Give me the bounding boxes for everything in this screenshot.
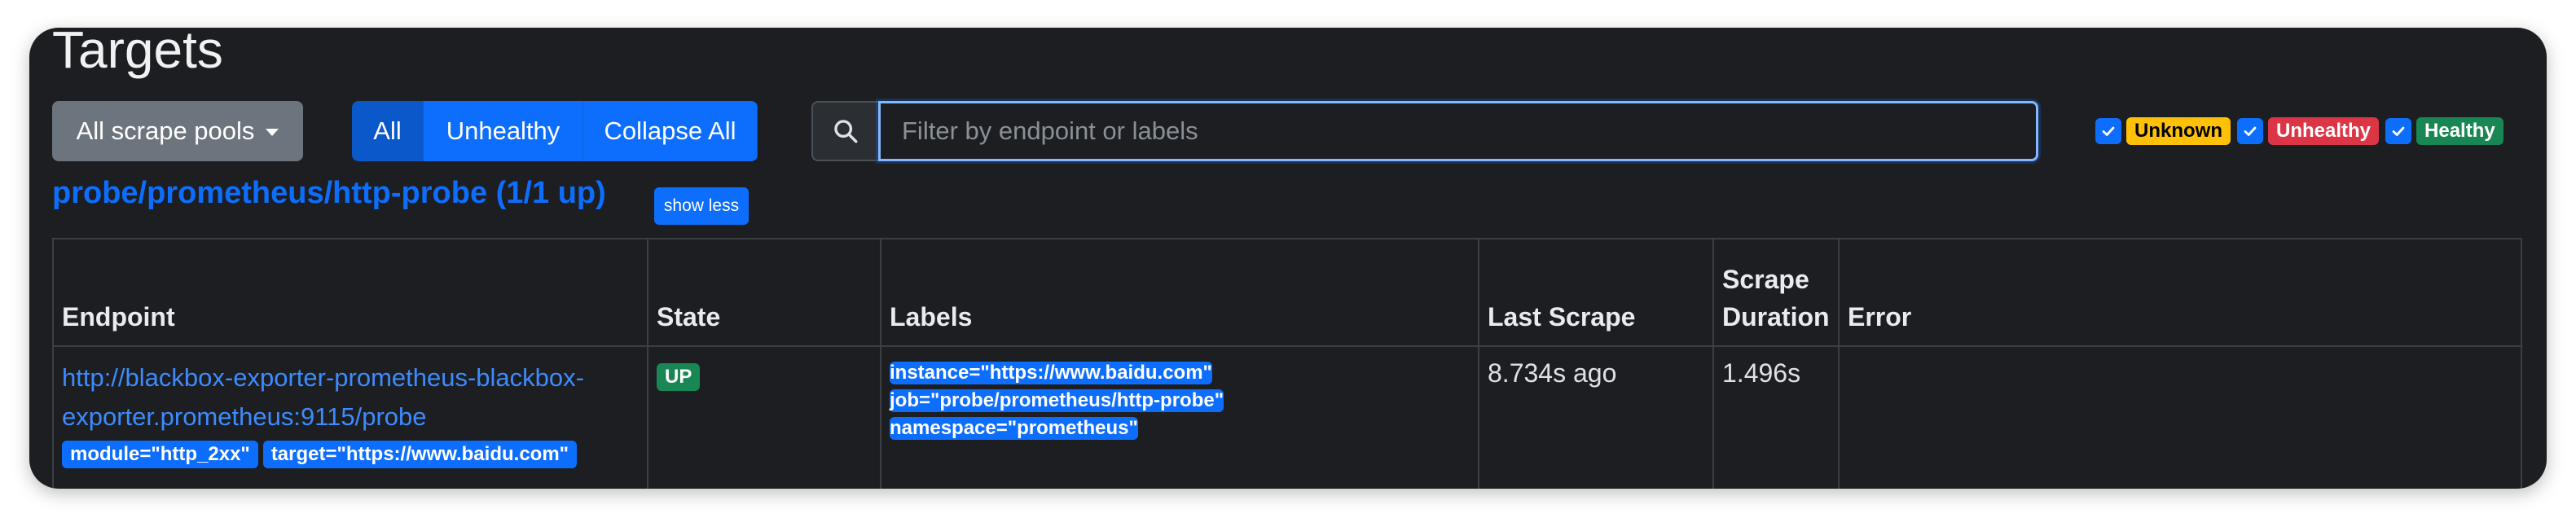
endpoint-url-line-2: exporter.prometheus:9115/probe: [62, 402, 427, 431]
page-title: Targets: [52, 28, 223, 79]
state-badge: UP: [657, 363, 701, 391]
app-window: Targets All scrape pools All Unhealthy C…: [29, 28, 2547, 489]
scrape-pools-label: All scrape pools: [76, 116, 255, 145]
targets-table: Endpoint State Labels Last Scrape Scrape…: [52, 238, 2522, 489]
param-badge: target="https://www.baidu.com": [262, 441, 578, 468]
check-icon: [2244, 126, 2257, 136]
param-badge: module="http_2xx": [62, 441, 258, 468]
filter-button-group: All Unhealthy Collapse All: [352, 101, 758, 161]
last-scrape-cell: 8.734s ago: [1478, 345, 1714, 489]
healthy-badge: Healthy: [2416, 117, 2503, 145]
filter-unhealthy-button[interactable]: Unhealthy: [424, 101, 583, 161]
header-scrape-duration: Scrape Duration: [1712, 238, 1840, 347]
unhealthy-badge: Unhealthy: [2268, 117, 2380, 145]
header-endpoint: Endpoint: [52, 238, 648, 347]
labels-cell: instance="https://www.baidu.com" job="pr…: [880, 345, 1479, 489]
table-row: http://blackbox-exporter-prometheus-blac…: [52, 345, 2522, 489]
unknown-checkbox[interactable]: [2095, 118, 2121, 144]
header-last-scrape: Last Scrape: [1478, 238, 1714, 347]
filter-all-button[interactable]: All: [352, 101, 424, 161]
scrape-pools-dropdown[interactable]: All scrape pools: [52, 101, 303, 161]
caret-down-icon: [266, 128, 279, 136]
search-group: [811, 101, 2038, 161]
check-icon: [2102, 126, 2115, 136]
endpoint-url-line-1: http://blackbox-exporter-prometheus-blac…: [62, 363, 584, 392]
search-icon[interactable]: [811, 101, 878, 161]
healthy-checkbox[interactable]: [2385, 118, 2412, 144]
header-error: Error: [1838, 238, 2522, 347]
error-cell: [1838, 345, 2522, 489]
header-labels: Labels: [880, 238, 1479, 347]
show-less-button[interactable]: show less: [654, 187, 749, 225]
label-badge: job="probe/prometheus/http-probe": [890, 389, 1224, 412]
endpoint-link[interactable]: http://blackbox-exporter-prometheus-blac…: [62, 358, 639, 437]
pool-title-link[interactable]: probe/prometheus/http-probe (1/1 up): [52, 176, 606, 211]
scrape-duration-cell: 1.496s: [1712, 345, 1840, 489]
unhealthy-checkbox[interactable]: [2237, 118, 2263, 144]
label-badge: namespace="prometheus": [890, 417, 1138, 440]
header-state: State: [647, 238, 881, 347]
state-cell: UP: [647, 345, 881, 489]
unknown-badge: Unknown: [2126, 117, 2231, 145]
endpoint-cell: http://blackbox-exporter-prometheus-blac…: [52, 345, 648, 489]
search-input[interactable]: [878, 101, 2038, 161]
table-header-row: Endpoint State Labels Last Scrape Scrape…: [52, 238, 2522, 347]
label-badge: instance="https://www.baidu.com": [890, 362, 1212, 384]
check-icon: [2392, 126, 2405, 136]
collapse-all-button[interactable]: Collapse All: [583, 101, 758, 161]
health-filters: Unknown Unhealthy Healthy: [2095, 117, 2510, 145]
